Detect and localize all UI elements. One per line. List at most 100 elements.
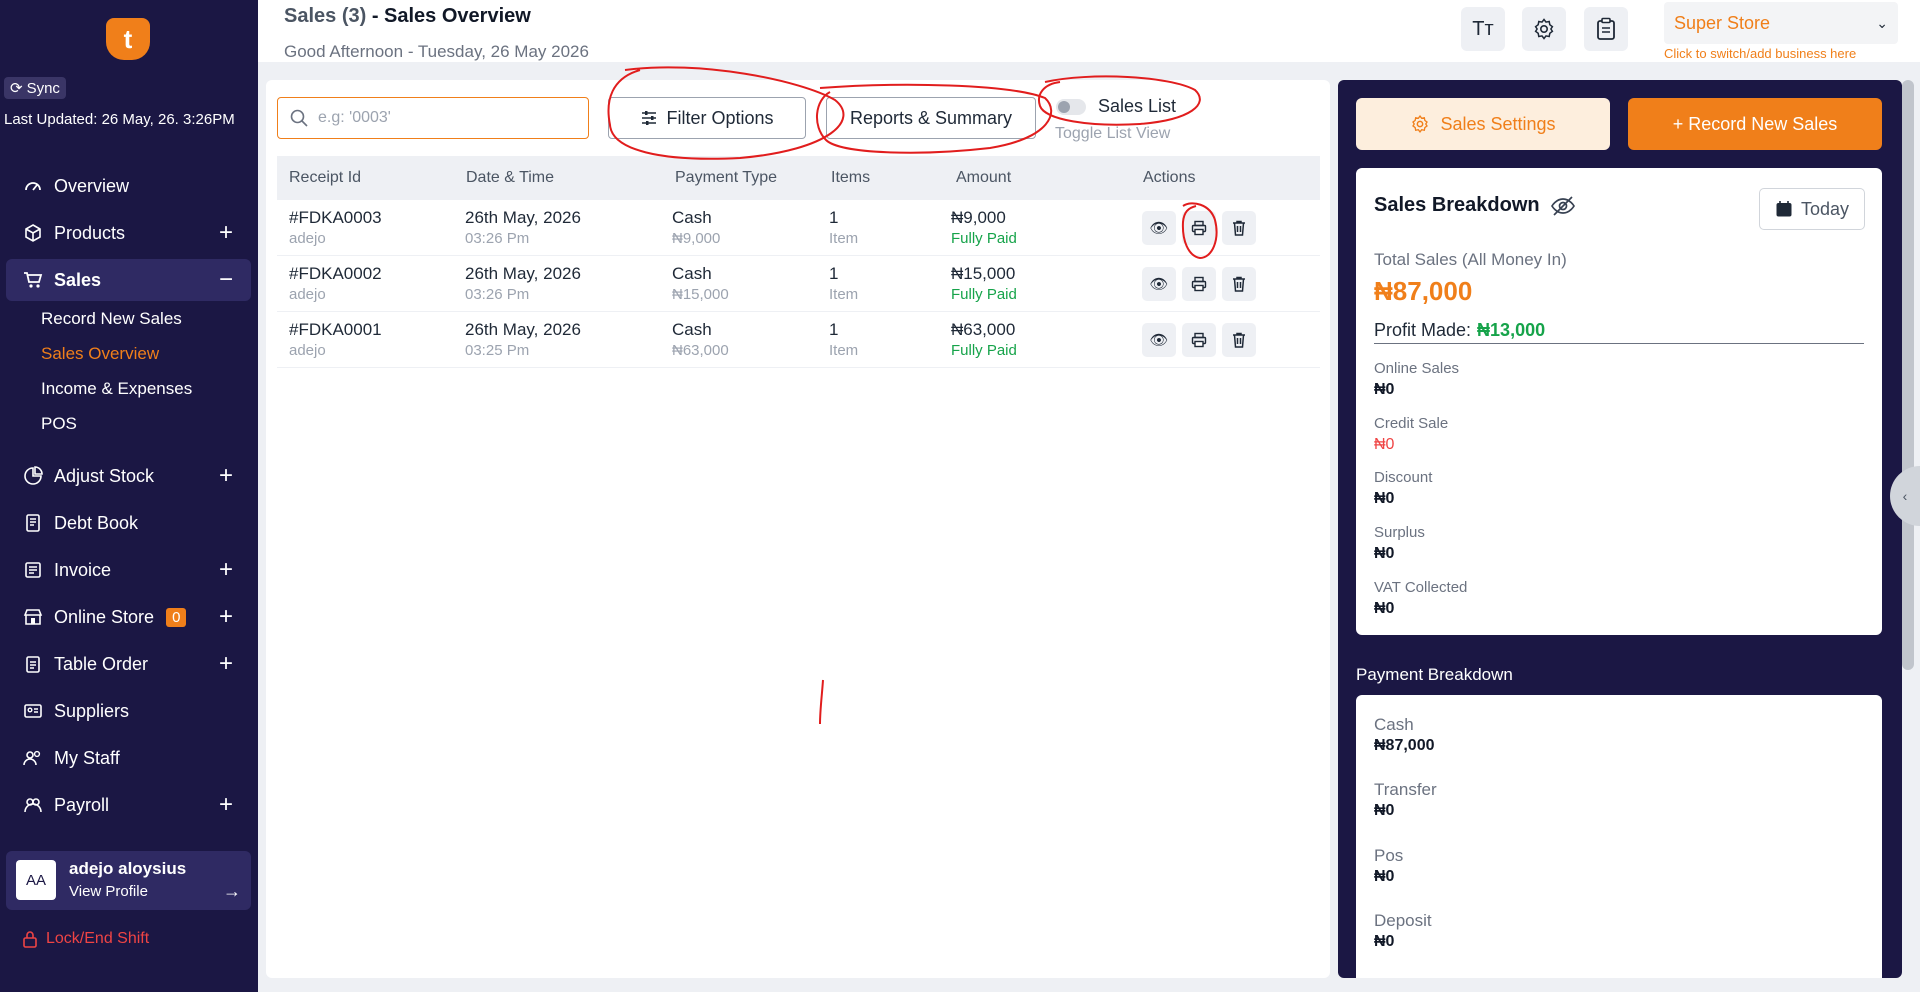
filter-options-button[interactable]: Filter Options bbox=[608, 97, 806, 139]
gear-icon bbox=[1412, 114, 1429, 134]
stat-value: ₦0 bbox=[1374, 600, 1395, 617]
eye-off-icon[interactable] bbox=[1550, 195, 1576, 217]
users-icon bbox=[22, 747, 44, 769]
profile-card[interactable]: AA adejo aloysius View Profile → bbox=[6, 851, 251, 910]
sidebar-item-products[interactable]: Products + bbox=[6, 212, 251, 254]
payment-amount: ₦9,000 bbox=[672, 230, 721, 247]
eye-icon: 👁 bbox=[1149, 220, 1169, 237]
delete-button[interactable] bbox=[1222, 323, 1256, 357]
sidebar-item-label: My Staff bbox=[54, 747, 120, 768]
payment-status: Fully Paid bbox=[951, 286, 1017, 303]
column-header: Date & Time bbox=[466, 169, 555, 186]
sales-summary-panel: Sales Settings + Record New Sales Sales … bbox=[1338, 80, 1902, 978]
chevron-down-icon: ⌄ bbox=[1876, 14, 1888, 31]
table-header: Receipt Id Date & Time Payment Type Item… bbox=[277, 156, 1320, 200]
font-size-button[interactable]: Tт bbox=[1461, 7, 1505, 51]
sales-settings-button[interactable]: Sales Settings bbox=[1356, 98, 1610, 150]
sidebar-item-label: Sales bbox=[54, 269, 102, 290]
search-box[interactable] bbox=[277, 97, 589, 139]
sidebar-subitem-sales-overview[interactable]: Sales Overview bbox=[41, 344, 159, 364]
sidebar-subitem-record-new-sales[interactable]: Record New Sales bbox=[41, 309, 182, 329]
sync-icon: ⟳ bbox=[10, 80, 23, 97]
payment-amount: ₦15,000 bbox=[672, 286, 729, 303]
sales-list-toggle[interactable]: Sales List bbox=[1056, 96, 1176, 117]
search-input[interactable] bbox=[318, 109, 558, 127]
date-cell: 26th May, 2026 03:25 Pm bbox=[465, 320, 581, 359]
sale-amount: ₦9,000 bbox=[951, 208, 1006, 227]
expand-plus-icon[interactable]: + bbox=[219, 650, 233, 678]
table-row[interactable]: #FDKA0003 adejo 26th May, 2026 03:26 Pm Ca… bbox=[277, 200, 1320, 256]
sidebar-subitem-pos[interactable]: POS bbox=[41, 414, 77, 434]
payment-deposit: Deposit ₦0 bbox=[1374, 911, 1432, 951]
cashier-name: adejo bbox=[289, 230, 326, 247]
lock-end-shift-button[interactable]: Lock/End Shift bbox=[22, 930, 149, 948]
settings-button[interactable] bbox=[1522, 7, 1566, 51]
expand-plus-icon[interactable]: + bbox=[219, 791, 233, 819]
expand-plus-icon[interactable]: + bbox=[219, 556, 233, 584]
view-button[interactable]: 👁 bbox=[1142, 211, 1176, 245]
delete-button[interactable] bbox=[1222, 211, 1256, 245]
delete-button[interactable] bbox=[1222, 267, 1256, 301]
view-button[interactable]: 👁 bbox=[1142, 267, 1176, 301]
avatar: AA bbox=[16, 860, 56, 900]
sidebar-item-online-store[interactable]: Online Store 0 + bbox=[6, 596, 251, 638]
sidebar-item-adjust-stock[interactable]: Adjust Stock + bbox=[6, 455, 251, 497]
sidebar-item-suppliers[interactable]: Suppliers bbox=[6, 690, 251, 732]
amount-cell: ₦9,000 Fully Paid bbox=[951, 208, 1017, 247]
table-row[interactable]: #FDKA0001 adejo 26th May, 2026 03:25 Pm Ca… bbox=[277, 312, 1320, 368]
sidebar-subitem-income-expenses[interactable]: Income & Expenses bbox=[41, 379, 192, 399]
expand-plus-icon[interactable]: + bbox=[219, 603, 233, 631]
sidebar-item-label: Online Store bbox=[54, 606, 155, 627]
payment-value: ₦87,000 bbox=[1374, 737, 1435, 754]
toggle-switch[interactable] bbox=[1056, 98, 1086, 115]
payment-type: Cash bbox=[672, 208, 712, 227]
amount-cell: ₦15,000 Fully Paid bbox=[951, 264, 1017, 303]
sidebar-item-overview[interactable]: Overview bbox=[6, 165, 251, 207]
collapse-minus-icon[interactable]: − bbox=[219, 266, 233, 294]
sidebar-item-payroll[interactable]: Payroll + bbox=[6, 784, 251, 826]
profit-made-row: Profit Made: ₦13,000 bbox=[1374, 320, 1864, 344]
view-button[interactable]: 👁 bbox=[1142, 323, 1176, 357]
toggle-knob bbox=[1058, 100, 1070, 113]
sync-button[interactable]: ⟳ Sync bbox=[4, 77, 66, 99]
reports-summary-button[interactable]: Reports & Summary bbox=[826, 97, 1036, 139]
stat-value: ₦0 bbox=[1374, 381, 1395, 398]
toggle-label: Sales List bbox=[1098, 96, 1177, 116]
sales-count: Sales (3) bbox=[284, 5, 367, 27]
print-button[interactable] bbox=[1182, 211, 1216, 245]
date-range-button[interactable]: Today bbox=[1759, 188, 1865, 230]
book-icon bbox=[22, 512, 44, 534]
payment-type: Cash bbox=[672, 320, 712, 339]
stat-value: ₦0 bbox=[1374, 490, 1395, 507]
sidebar-item-my-staff[interactable]: My Staff bbox=[6, 737, 251, 779]
payment-cell: Cash ₦9,000 bbox=[672, 208, 720, 247]
page-scrollbar[interactable] bbox=[1902, 80, 1914, 670]
print-button[interactable] bbox=[1182, 323, 1216, 357]
column-header: Payment Type bbox=[675, 169, 777, 186]
expand-plus-icon[interactable]: + bbox=[219, 462, 233, 490]
gear-icon bbox=[1534, 18, 1554, 40]
box-icon bbox=[22, 222, 44, 244]
sidebar-item-sales[interactable]: Sales − bbox=[6, 259, 251, 301]
printer-icon bbox=[1191, 276, 1207, 292]
sidebar-item-label: Overview bbox=[54, 175, 130, 196]
expand-plus-icon[interactable]: + bbox=[219, 219, 233, 247]
print-button[interactable] bbox=[1182, 267, 1216, 301]
sidebar-item-debt-book[interactable]: Debt Book bbox=[6, 502, 251, 544]
table-row[interactable]: #FDKA0002 adejo 26th May, 2026 03:26 Pm Ca… bbox=[277, 256, 1320, 312]
pie-icon bbox=[22, 465, 44, 487]
store-switcher[interactable]: Super Store ⌄ bbox=[1664, 2, 1898, 44]
lock-label: Lock/End Shift bbox=[46, 930, 150, 947]
record-new-sales-button[interactable]: + Record New Sales bbox=[1628, 98, 1882, 150]
sidebar-item-table-order[interactable]: Table Order + bbox=[6, 643, 251, 685]
view-profile-link[interactable]: View Profile bbox=[69, 883, 148, 900]
sidebar-item-invoice[interactable]: Invoice + bbox=[6, 549, 251, 591]
sidebar-item-label: Products bbox=[54, 222, 126, 243]
store-icon bbox=[22, 606, 44, 628]
app-logo[interactable]: t bbox=[106, 18, 150, 60]
clipboard-button[interactable] bbox=[1584, 7, 1628, 51]
cashier-name: adejo bbox=[289, 342, 326, 359]
greeting-text: Good Afternoon - Tuesday, 26 May 2026 bbox=[284, 42, 589, 61]
payment-value: ₦0 bbox=[1374, 868, 1395, 885]
payment-label: Pos bbox=[1374, 846, 1404, 865]
